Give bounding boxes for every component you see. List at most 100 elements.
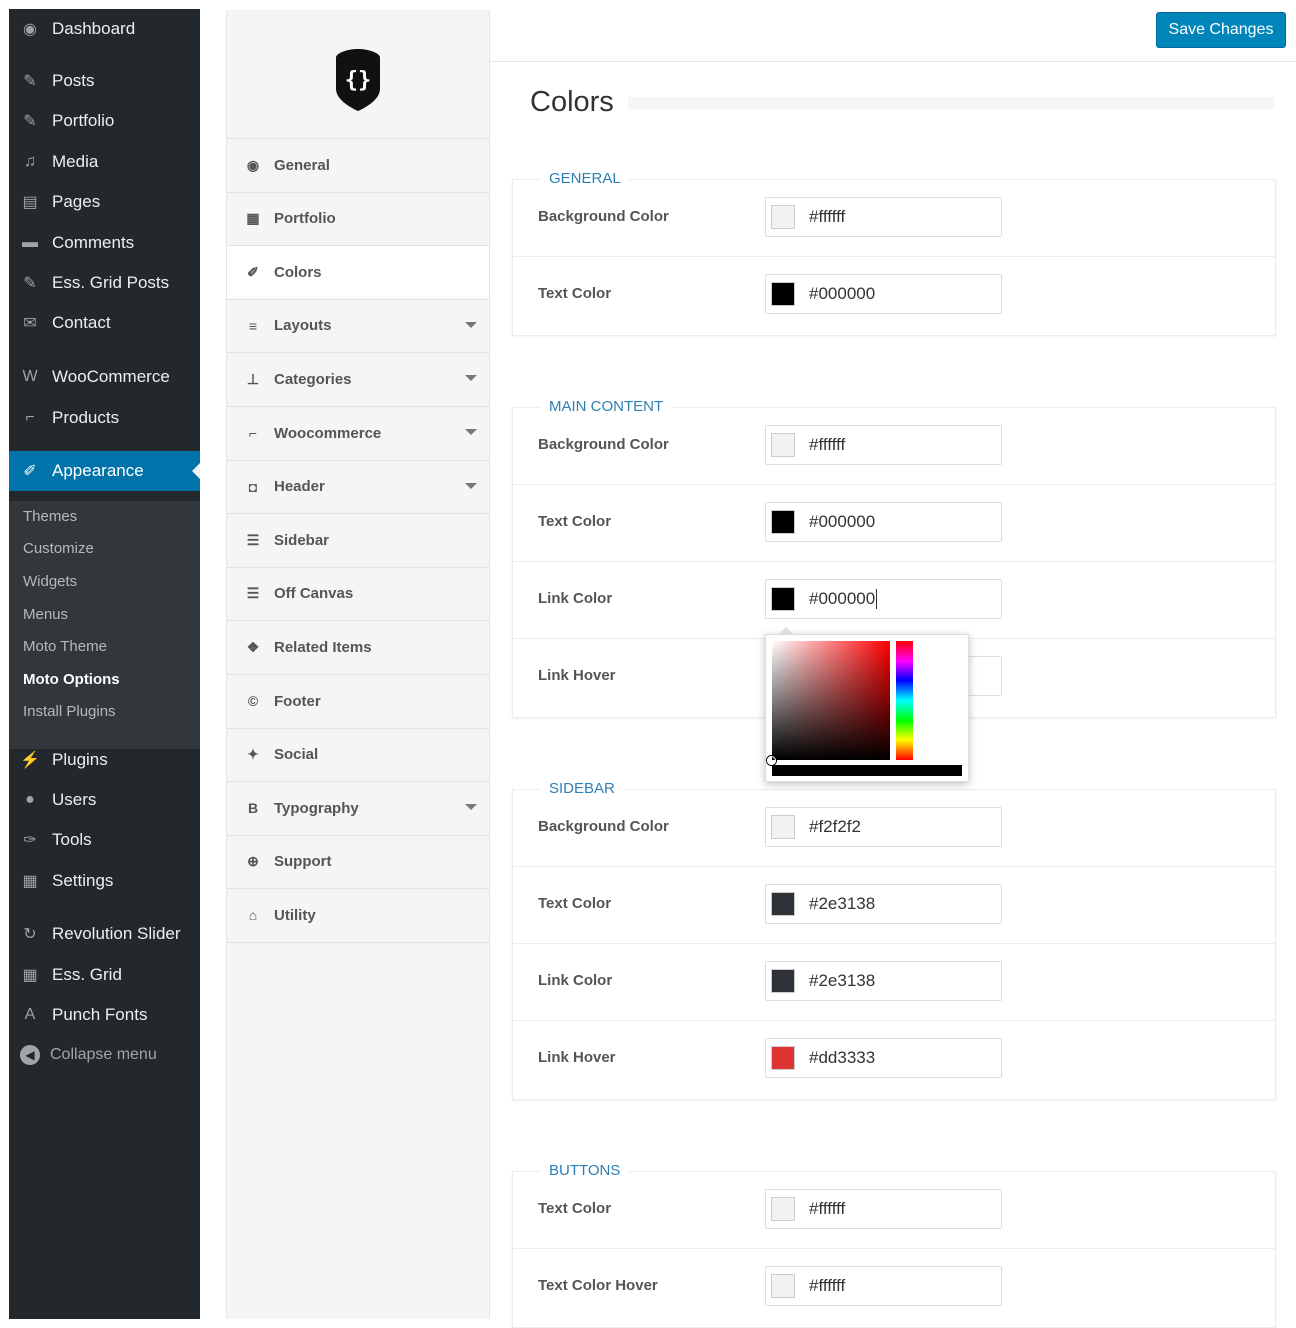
nav-item-footer[interactable]: © Footer	[227, 674, 489, 727]
nav-item-off-canvas[interactable]: ☰ Off Canvas	[227, 566, 489, 620]
menu-item-label: Portfolio	[52, 111, 115, 130]
menu-item-comments[interactable]: ▬ Comments	[9, 223, 200, 263]
section-heading: SIDEBAR	[541, 780, 623, 797]
color-swatch[interactable]	[771, 205, 795, 229]
color-swatch[interactable]	[771, 815, 795, 839]
color-option-label: Link Color	[538, 972, 613, 989]
menu-item-products[interactable]: ⌐ Products	[9, 398, 200, 438]
nav-item-header[interactable]: ◘ Header	[227, 459, 489, 513]
refresh-icon: ↻	[23, 926, 37, 943]
menu-item-dashboard[interactable]: ◉ Dashboard	[9, 9, 200, 49]
color-swatch[interactable]	[771, 1197, 795, 1221]
nav-item-portfolio[interactable]: ▦ Portfolio	[227, 191, 489, 245]
menu-item-revolution-slider[interactable]: ↻ Revolution Slider	[9, 914, 200, 954]
section-heading: BUTTONS	[541, 1162, 629, 1179]
menu-item-tools[interactable]: ✑ Tools	[9, 820, 200, 860]
color-field[interactable]: #000000	[765, 274, 1002, 314]
menu-item-label: Contact	[52, 313, 111, 332]
color-option-row: Background Color #ffffff	[513, 180, 1275, 257]
chevron-down-icon[interactable]	[465, 804, 477, 816]
menu-item-portfolio[interactable]: ✎ Portfolio	[9, 101, 200, 141]
color-swatch[interactable]	[771, 1274, 795, 1298]
font-icon: A	[24, 1006, 36, 1023]
submenu-moto-options[interactable]: Moto Options	[23, 671, 120, 688]
current-color-bar[interactable]	[772, 765, 962, 776]
color-field[interactable]: #ffffff	[765, 1189, 1002, 1229]
color-value: #f2f2f2	[809, 817, 861, 836]
save-changes-button[interactable]: Save Changes	[1156, 12, 1286, 48]
menu-item-media[interactable]: ♫ Media	[9, 142, 200, 182]
color-swatch[interactable]	[771, 969, 795, 993]
chevron-down-icon[interactable]	[465, 375, 477, 387]
submenu-install-plugins[interactable]: Install Plugins	[23, 703, 116, 720]
menu-item-label: Media	[52, 152, 99, 171]
user-icon: ●	[25, 791, 35, 808]
cart-icon: ⌐	[25, 409, 35, 426]
nav-item-support[interactable]: ⊕ Support	[227, 834, 489, 888]
color-field[interactable]: #ffffff	[765, 197, 1002, 237]
color-field[interactable]: #000000	[765, 502, 1002, 542]
color-field[interactable]: #2e3138	[765, 884, 1002, 924]
menu-item-pages[interactable]: ▤ Pages	[9, 182, 200, 222]
menu-item-plugins[interactable]: ⚡ Plugins	[9, 740, 200, 780]
color-option-row: Background Color #ffffff	[513, 408, 1275, 485]
menu-item-label: Users	[52, 790, 97, 809]
color-field[interactable]: #ffffff	[765, 1266, 1002, 1306]
color-swatch[interactable]	[771, 892, 795, 916]
nav-item-colors[interactable]: ✐ Colors	[227, 245, 489, 299]
saturation-field[interactable]	[772, 641, 890, 760]
submenu-moto-theme[interactable]: Moto Theme	[23, 638, 107, 655]
align-icon: ≡	[248, 317, 258, 334]
color-field[interactable]: #000000	[765, 579, 1002, 619]
bold-icon: B	[247, 800, 259, 817]
color-option-row: Text Color #ffffff	[513, 1172, 1275, 1249]
color-swatch[interactable]	[771, 1046, 795, 1070]
nav-item-related-items[interactable]: ❖ Related Items	[227, 620, 489, 673]
menu-item-users[interactable]: ● Users	[9, 780, 200, 820]
hue-slider[interactable]	[896, 641, 913, 760]
collapse-icon: ◀	[20, 1045, 40, 1065]
color-field[interactable]: #ffffff	[765, 425, 1002, 465]
nav-item-utility[interactable]: ⌂ Utility	[227, 888, 489, 941]
color-option-label: Background Color	[538, 208, 669, 225]
color-field[interactable]: #f2f2f2	[765, 807, 1002, 847]
color-swatch[interactable]	[771, 587, 795, 611]
nav-item-typography[interactable]: B Typography	[227, 781, 489, 834]
menu-item-posts[interactable]: ✎ Posts	[9, 61, 200, 101]
submenu-menus[interactable]: Menus	[23, 606, 68, 623]
color-swatch[interactable]	[771, 282, 795, 306]
comments-icon: ▬	[22, 234, 38, 251]
pin-icon: ✎	[23, 113, 37, 130]
chevron-down-icon[interactable]	[465, 321, 477, 334]
menu-item-contact[interactable]: ✉ Contact	[9, 303, 200, 343]
nav-item-layouts[interactable]: ≡ Layouts	[227, 298, 489, 352]
collapse-menu-button[interactable]: ◀ Collapse menu	[20, 1045, 157, 1065]
color-option-row: Background Color #f2f2f2	[513, 790, 1275, 867]
submenu-widgets[interactable]: Widgets	[23, 573, 77, 590]
menu-item-punch-fonts[interactable]: A Punch Fonts	[9, 995, 200, 1035]
color-option-row: Text Color #2e3138	[513, 867, 1275, 944]
page-title: Colors	[530, 86, 614, 118]
menu-item-ess-grid-posts[interactable]: ✎ Ess. Grid Posts	[9, 263, 200, 303]
color-value: #2e3138	[809, 971, 876, 990]
picker-handle[interactable]	[767, 756, 776, 765]
menu-item-ess-grid[interactable]: ▦ Ess. Grid	[9, 955, 200, 995]
chevron-down-icon[interactable]	[465, 429, 477, 441]
menu-item-settings[interactable]: ▦ Settings	[9, 861, 200, 901]
menu-item-woocommerce[interactable]: W WooCommerce	[9, 357, 200, 397]
menu-item-label: Ess. Grid Posts	[52, 273, 170, 292]
color-field[interactable]: #2e3138	[765, 961, 1002, 1001]
color-option-row: Text Color #000000	[513, 485, 1275, 562]
nav-item-social[interactable]: ✦ Social	[227, 727, 489, 781]
submenu-themes[interactable]: Themes	[23, 508, 77, 525]
chevron-down-icon[interactable]	[465, 482, 477, 495]
color-field[interactable]: #dd3333	[765, 1038, 1002, 1078]
nav-item-categories[interactable]: ⊥ Categories	[227, 352, 489, 405]
nav-item-woocommerce[interactable]: ⌐ Woocommerce	[227, 406, 489, 459]
submenu-customize[interactable]: Customize	[23, 540, 94, 557]
nav-item-general[interactable]: ◉ General	[227, 138, 489, 191]
menu-item-appearance[interactable]: ✐ Appearance	[9, 451, 200, 491]
color-swatch[interactable]	[771, 510, 795, 534]
nav-item-sidebar[interactable]: ☰ Sidebar	[227, 513, 489, 566]
color-swatch[interactable]	[771, 433, 795, 457]
